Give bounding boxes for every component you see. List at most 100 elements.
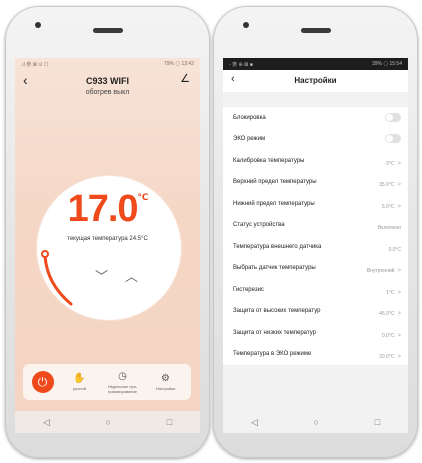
front-camera xyxy=(243,22,249,28)
settings-row-control: 5.0°C > xyxy=(382,195,401,213)
settings-row-control: 35.0°C > xyxy=(379,173,401,191)
nav-back-icon[interactable]: ◁ xyxy=(43,417,50,428)
temperature-unit: ℃ xyxy=(137,192,149,202)
settings-row-value: -3°C xyxy=(384,160,395,167)
clock-icon: ◷ xyxy=(118,370,127,382)
settings-row-value: 45.0°C xyxy=(379,311,395,318)
settings-row-control xyxy=(385,109,401,127)
settings-row-label: Защита от низких температур xyxy=(233,329,316,336)
settings-row-value: 0.0°C xyxy=(381,332,395,339)
earpiece-speaker xyxy=(93,28,123,33)
settings-row-label: Защита от высоких температур xyxy=(233,308,321,315)
toggle-switch[interactable] xyxy=(385,134,401,144)
chevron-right-icon: > xyxy=(397,289,401,296)
status-icons: .ıl 奈 ⊠ ⊙ ☐ xyxy=(21,61,49,68)
set-temperature-value: 17.0 xyxy=(67,188,139,230)
thermostat-header: ‹ C933 WIFI обогрев выкл ∠ xyxy=(15,70,200,118)
settings-row[interactable]: Температура в ЭКО режиме 20.0°C > xyxy=(223,344,408,366)
settings-button-label: Настройки xyxy=(155,386,176,391)
android-nav-bar: ◁ ○ □ xyxy=(223,411,408,433)
earpiece-speaker xyxy=(301,28,331,33)
settings-row-value: 5.0°C xyxy=(381,203,395,210)
settings-row[interactable]: Статус устройства Включено xyxy=(223,215,408,237)
set-temperature: 17.0℃ xyxy=(15,188,200,231)
chevron-right-icon: > xyxy=(397,311,401,318)
hand-icon: ✋ xyxy=(73,373,86,384)
settings-row[interactable]: Нижний предел температуры 5.0°C > xyxy=(223,193,408,215)
settings-row-label: Блокировка xyxy=(233,114,266,121)
settings-row-control: 0.0°C xyxy=(388,238,401,256)
settings-row-value: Включено xyxy=(377,225,401,232)
settings-row[interactable]: Защита от низких температур 0.0°C > xyxy=(223,322,408,344)
weekly-program-button[interactable]: ◷ Недельное про-граммирование xyxy=(106,371,140,394)
chevron-right-icon: > xyxy=(397,268,401,275)
device-name: C933 WIFI xyxy=(85,76,129,86)
settings-button[interactable]: ⚙ Настройки xyxy=(149,373,183,391)
weekly-program-label: Недельное про-граммирование xyxy=(107,383,138,394)
settings-row-control xyxy=(385,130,401,148)
settings-row[interactable]: Выбрать датчик температуры Внутренний > xyxy=(223,258,408,280)
settings-row-control: 1°C > xyxy=(386,281,401,299)
manual-mode-label: ручной xyxy=(73,386,86,391)
manual-mode-button[interactable]: ✋ ручной xyxy=(63,373,97,391)
front-camera xyxy=(35,22,41,28)
toggle-switch[interactable] xyxy=(385,112,401,122)
settings-row-value: 20.0°C xyxy=(379,354,395,361)
chevron-down-icon[interactable]: ﹀ xyxy=(95,266,108,285)
dial-progress-arc xyxy=(43,254,73,306)
settings-screen: ▫ 奈 ⊕ ⊠ ■ 39% ▢ 15:54 ‹ Настройки Блокир… xyxy=(223,58,408,433)
chevron-right-icon: > xyxy=(397,203,401,210)
dial-knob[interactable] xyxy=(41,250,49,258)
status-bar: .ıl 奈 ⊠ ⊙ ☐ 79% ▢ 13:42 xyxy=(15,58,200,70)
chevron-right-icon: > xyxy=(397,332,401,339)
settings-list: Блокировка ЭКО режим Калибровка температур… xyxy=(223,107,408,365)
power-button[interactable]: ⏻ xyxy=(31,371,54,393)
settings-row[interactable]: Гистерезис 1°C > xyxy=(223,279,408,301)
status-battery-time: 79% ▢ 13:42 xyxy=(163,61,194,67)
chevron-right-icon: > xyxy=(397,354,401,361)
status-battery-time: 39% ▢ 15:54 xyxy=(371,61,402,67)
settings-row-label: Нижний предел температуры xyxy=(233,200,315,207)
settings-row-control: -3°C > xyxy=(384,152,401,170)
nav-recents-icon[interactable]: □ xyxy=(167,417,172,427)
settings-row-value: 35.0°C xyxy=(379,182,395,189)
settings-row[interactable]: Верхний предел температуры 35.0°C > xyxy=(223,172,408,194)
mode-status: обогрев выкл xyxy=(85,89,130,96)
chevron-right-icon: > xyxy=(397,160,401,167)
nav-back-icon[interactable]: ◁ xyxy=(251,417,258,428)
settings-row-label: Статус устройства xyxy=(233,222,285,229)
settings-row-control: 45.0°C > xyxy=(379,302,401,320)
edit-icon[interactable]: ∠ xyxy=(180,72,190,85)
settings-row-control: Включено xyxy=(378,216,401,234)
settings-row-control: 20.0°C > xyxy=(379,345,401,363)
settings-row-control: Внутренний > xyxy=(367,259,401,277)
settings-row[interactable]: ЭКО режим xyxy=(223,129,408,151)
settings-header: ‹ Настройки xyxy=(223,70,408,92)
settings-row[interactable]: Калибровка температуры -3°C > xyxy=(223,150,408,172)
settings-row-label: Выбрать датчик температуры xyxy=(233,265,316,272)
settings-row[interactable]: Защита от высоких температур 45.0°C > xyxy=(223,301,408,323)
settings-row-label: ЭКО режим xyxy=(233,136,266,143)
settings-row-control: 0.0°C > xyxy=(382,324,401,342)
settings-row-label: Верхний предел температуры xyxy=(233,179,317,186)
settings-row-value: 1°C xyxy=(386,289,395,296)
current-temperature: текущая температура 24.5°C xyxy=(67,236,148,242)
screenshot-stage: .ıl 奈 ⊠ ⊙ ☐ 79% ▢ 13:42 ‹ C933 WIFI обог… xyxy=(0,0,422,463)
settings-row-label: Гистерезис xyxy=(233,286,264,293)
power-icon: ⏻ xyxy=(37,374,48,389)
chevron-up-icon[interactable]: ︿ xyxy=(125,266,138,285)
settings-row[interactable]: Блокировка xyxy=(223,107,408,129)
nav-home-icon[interactable]: ○ xyxy=(106,417,111,427)
chevron-right-icon: > xyxy=(397,182,401,189)
nav-home-icon[interactable]: ○ xyxy=(314,417,319,427)
settings-row[interactable]: Температура внешнего датчика 0.0°C xyxy=(223,236,408,258)
thermostat-screen: .ıl 奈 ⊠ ⊙ ☐ 79% ▢ 13:42 ‹ C933 WIFI обог… xyxy=(15,58,200,433)
status-bar: ▫ 奈 ⊕ ⊠ ■ 39% ▢ 15:54 xyxy=(223,58,408,70)
phone-left: .ıl 奈 ⊠ ⊙ ☐ 79% ▢ 13:42 ‹ C933 WIFI обог… xyxy=(5,6,210,458)
status-icons: ▫ 奈 ⊕ ⊠ ■ xyxy=(229,61,253,68)
thermostat-toolbar: ⏻ ✋ ручной ◷ Недельное про-граммирование… xyxy=(23,364,191,400)
settings-row-label: Температура в ЭКО режиме xyxy=(233,351,312,358)
settings-row-label: Температура внешнего датчика xyxy=(233,243,322,250)
page-title: Настройки xyxy=(294,76,337,85)
nav-recents-icon[interactable]: □ xyxy=(375,417,380,427)
